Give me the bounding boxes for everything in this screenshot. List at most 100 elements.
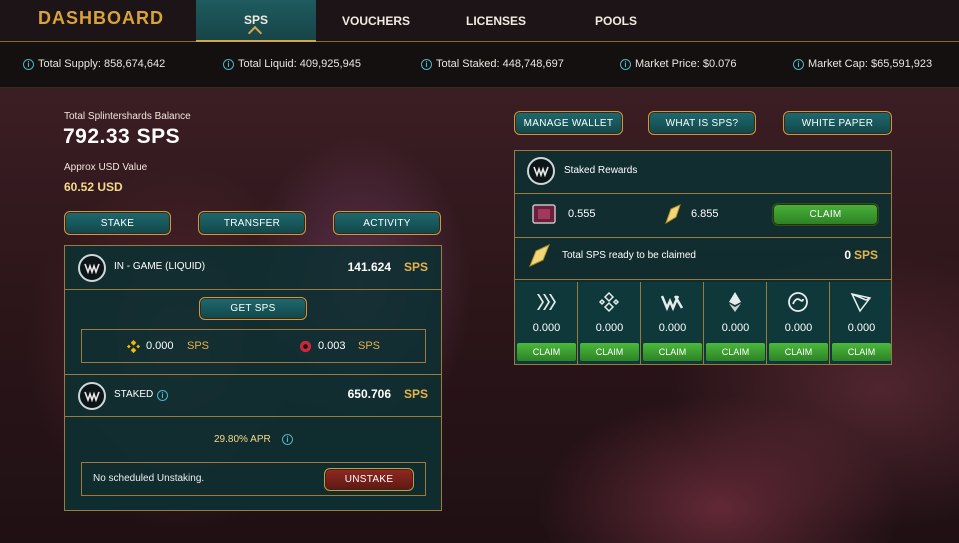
staked-amount: 650.706 bbox=[347, 387, 391, 401]
in-game-label: IN - GAME (LIQUID) bbox=[114, 261, 206, 272]
activity-button[interactable]: ACTIVITY bbox=[333, 211, 441, 235]
info-icon[interactable]: i bbox=[282, 434, 293, 445]
dashboard-title: DASHBOARD bbox=[38, 8, 164, 28]
tab-licenses-label: LICENSES bbox=[465, 14, 526, 28]
sps-shard-icon bbox=[529, 244, 550, 267]
stats-bar: i Total Supply: 858,674,642 i Total Liqu… bbox=[0, 43, 959, 88]
divider bbox=[65, 289, 441, 290]
stat-market-cap-text: Market Cap: $65,591,923 bbox=[808, 58, 933, 70]
divider bbox=[515, 237, 891, 238]
white-paper-button[interactable]: WHITE PAPER bbox=[783, 111, 892, 135]
ready-to-claim-amount: 0 bbox=[844, 248, 851, 262]
tab-licenses[interactable]: LICENSES bbox=[436, 0, 556, 42]
info-icon[interactable]: i bbox=[223, 58, 234, 70]
claim-hive-button[interactable]: CLAIM bbox=[517, 343, 576, 361]
unstaking-text: No scheduled Unstaking. bbox=[93, 473, 205, 484]
stat-total-supply-text: Total Supply: 858,674,642 bbox=[38, 58, 166, 70]
get-sps-button[interactable]: GET SPS bbox=[199, 297, 307, 320]
claim-wax-button[interactable]: CLAIM bbox=[643, 343, 702, 361]
balance-label: Total Splintershards Balance bbox=[64, 111, 191, 122]
active-tab-indicator-icon bbox=[247, 25, 263, 41]
info-icon[interactable]: i bbox=[421, 58, 432, 70]
stat-market-price-text: Market Price: $0.076 bbox=[635, 58, 737, 70]
transfer-button[interactable]: TRANSFER bbox=[198, 211, 306, 235]
splinterlands-icon bbox=[527, 157, 555, 185]
in-game-unit: SPS bbox=[403, 260, 428, 274]
staked-unit: SPS bbox=[403, 387, 428, 401]
divider bbox=[515, 279, 891, 280]
chain-value: 0.000 bbox=[595, 322, 624, 334]
chain-value: 0.000 bbox=[721, 322, 750, 334]
binance-icon bbox=[126, 339, 141, 354]
apr-text: 29.80% APR bbox=[214, 434, 271, 445]
stake-button[interactable]: STAKE bbox=[64, 211, 171, 235]
stat-total-liquid: i Total Liquid: 409,925,945 bbox=[223, 58, 361, 70]
claim-rewards-button[interactable]: CLAIM bbox=[772, 203, 879, 226]
claim-ethereum-button[interactable]: CLAIM bbox=[706, 343, 765, 361]
chain-balances-box: 0.000 SPS 0.003 SPS bbox=[81, 329, 426, 363]
info-icon[interactable]: i bbox=[793, 58, 804, 70]
claim-steem-button[interactable]: CLAIM bbox=[769, 343, 828, 361]
bsc-amount: 0.000 bbox=[146, 340, 174, 352]
in-game-amount: 141.624 bbox=[347, 260, 391, 274]
info-icon[interactable]: i bbox=[620, 58, 631, 70]
divider bbox=[65, 416, 441, 417]
tab-pools[interactable]: POOLS bbox=[556, 0, 676, 42]
chain-claims-row: 0.000 CLAIM 0.000 CLAIM 0.000 CLAIM 0.00… bbox=[515, 282, 891, 364]
what-is-sps-button[interactable]: WHAT IS SPS? bbox=[648, 111, 756, 135]
wax-icon bbox=[661, 295, 683, 312]
stat-total-staked: i Total Staked: 448,748,697 bbox=[421, 58, 564, 70]
staked-rewards-panel: Staked Rewards 0.555 6.855 CLAIM Total S… bbox=[514, 150, 892, 365]
chain-cell-hive: 0.000 CLAIM bbox=[515, 282, 578, 364]
chain-value: 0.000 bbox=[532, 322, 561, 334]
chain-cell-binance: 0.000 CLAIM bbox=[578, 282, 641, 364]
bsc-unit: SPS bbox=[187, 340, 210, 352]
staked-rewards-title: Staked Rewards bbox=[564, 165, 638, 176]
tab-pools-label: POOLS bbox=[594, 14, 637, 28]
tab-sps[interactable]: SPS bbox=[196, 0, 316, 42]
tron-icon bbox=[850, 292, 872, 313]
card-pack-icon bbox=[532, 204, 556, 224]
usd-label: Approx USD Value bbox=[64, 162, 148, 173]
stat-total-liquid-text: Total Liquid: 409,925,945 bbox=[238, 58, 361, 70]
stat-total-supply: i Total Supply: 858,674,642 bbox=[23, 58, 165, 70]
splinterlands-icon bbox=[78, 254, 106, 282]
claim-binance-button[interactable]: CLAIM bbox=[580, 343, 639, 361]
ready-to-claim-unit: SPS bbox=[853, 248, 878, 262]
sps-balances-panel: IN - GAME (LIQUID) 141.624 SPS GET SPS 0… bbox=[64, 245, 442, 511]
chain-cell-tron: 0.000 CLAIM bbox=[830, 282, 891, 364]
binance-icon bbox=[598, 291, 620, 313]
claim-tron-button[interactable]: CLAIM bbox=[832, 343, 891, 361]
tab-vouchers[interactable]: VOUCHERS bbox=[316, 0, 436, 42]
gear-token-icon bbox=[299, 340, 312, 353]
ethereum-icon bbox=[729, 292, 741, 312]
manage-wallet-button[interactable]: MANAGE WALLET bbox=[514, 111, 623, 135]
shard-rewards-amount: 6.855 bbox=[691, 208, 719, 220]
chain-cell-steem: 0.000 CLAIM bbox=[767, 282, 830, 364]
card-rewards-amount: 0.555 bbox=[568, 208, 596, 220]
unstaking-box: No scheduled Unstaking. UNSTAKE bbox=[81, 462, 426, 496]
stat-total-staked-text: Total Staked: 448,748,697 bbox=[436, 58, 564, 70]
chain-value: 0.000 bbox=[847, 322, 876, 334]
steem-icon bbox=[788, 292, 808, 312]
tab-sps-label: SPS bbox=[243, 13, 268, 27]
hive-icon bbox=[537, 294, 556, 310]
usd-value: 60.52 USD bbox=[64, 180, 123, 194]
tab-vouchers-label: VOUCHERS bbox=[341, 14, 410, 28]
top-navigation: DASHBOARD SPS VOUCHERS LICENSES POOLS bbox=[0, 0, 959, 42]
chain-cell-wax: 0.000 CLAIM bbox=[641, 282, 704, 364]
splinterlands-icon bbox=[78, 382, 106, 410]
staked-label: STAKED bbox=[114, 389, 154, 400]
shard-icon bbox=[665, 204, 681, 225]
divider bbox=[515, 193, 891, 194]
other-unit: SPS bbox=[358, 340, 381, 352]
chain-cell-ethereum: 0.000 CLAIM bbox=[704, 282, 767, 364]
chain-value: 0.000 bbox=[658, 322, 687, 334]
info-icon[interactable]: i bbox=[157, 390, 168, 401]
divider bbox=[65, 374, 441, 375]
stat-market-cap: i Market Cap: $65,591,923 bbox=[793, 58, 932, 70]
unstake-button[interactable]: UNSTAKE bbox=[324, 468, 414, 491]
chain-value: 0.000 bbox=[784, 322, 813, 334]
balance-value: 792.33 SPS bbox=[63, 125, 181, 148]
info-icon[interactable]: i bbox=[23, 58, 34, 70]
